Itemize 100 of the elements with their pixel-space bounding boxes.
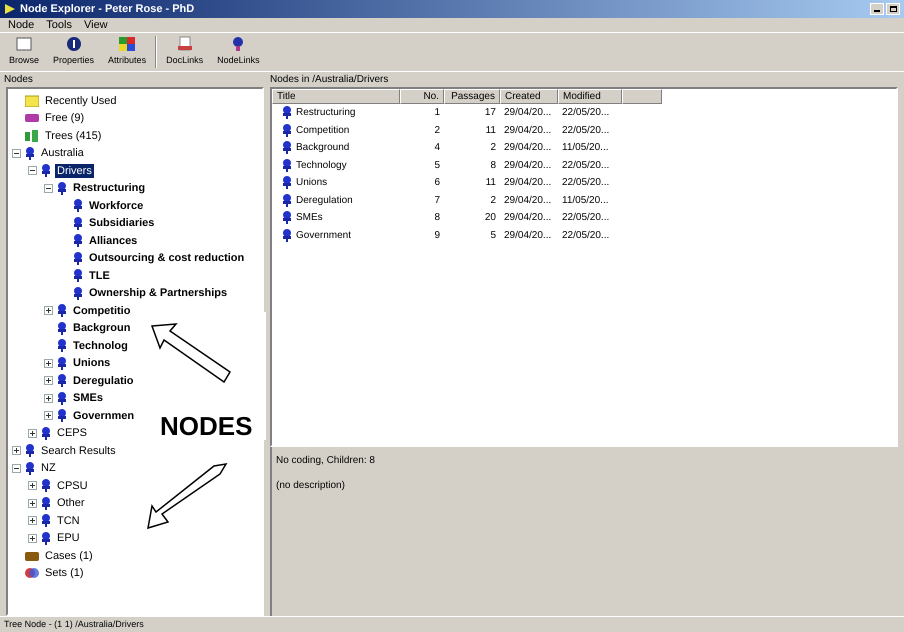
- tree-item[interactable]: Drivers: [55, 164, 94, 178]
- menu-item[interactable]: Tools: [46, 19, 72, 31]
- column-header[interactable]: Title: [272, 89, 400, 104]
- menu-item[interactable]: View: [84, 19, 108, 31]
- toolbar-button[interactable]: DocLinks: [161, 36, 208, 68]
- expand-button[interactable]: [28, 498, 37, 508]
- tree-item[interactable]: Ownership & Partnerships: [87, 286, 230, 300]
- toolbar-button[interactable]: NodeLinks: [212, 36, 265, 68]
- tree-item[interactable]: Free (9): [43, 111, 86, 126]
- pin-icon: [41, 426, 51, 440]
- expand-button[interactable]: [44, 358, 53, 368]
- expand-button[interactable]: [28, 516, 37, 526]
- column-header[interactable]: Passages: [444, 89, 500, 104]
- pin-icon: [282, 176, 292, 190]
- tree-item[interactable]: Recently Used: [43, 94, 119, 108]
- pin-icon: [57, 356, 67, 370]
- pin-icon: [41, 532, 51, 545]
- table-cell-text: 22/05/20...: [562, 228, 610, 243]
- pin-icon: [282, 124, 292, 137]
- expand-button[interactable]: [28, 166, 37, 176]
- toolbar-button[interactable]: Properties: [48, 36, 100, 68]
- toolbar-button[interactable]: Browse: [4, 36, 44, 68]
- app-icon: [4, 3, 16, 15]
- pin-icon: [282, 141, 292, 154]
- menu-item[interactable]: Node: [8, 19, 34, 31]
- tree-icon: [25, 130, 39, 142]
- table-cell-text: SMEs: [296, 211, 323, 226]
- expand-button[interactable]: [28, 534, 37, 543]
- table-cell-text: 2: [490, 141, 496, 156]
- status-text: Tree Node - (1 1) /Australia/Drivers: [4, 618, 144, 631]
- expand-button[interactable]: [12, 446, 21, 456]
- node-group-icon: [25, 113, 39, 124]
- tree-item[interactable]: NZ: [39, 461, 58, 476]
- tree-item[interactable]: EPU: [55, 531, 82, 546]
- plus-icon: [29, 482, 36, 490]
- expand-button[interactable]: [44, 306, 53, 316]
- pin-icon: [41, 164, 51, 178]
- expand-button[interactable]: [44, 411, 53, 420]
- case-icon: [25, 550, 39, 562]
- column-header[interactable]: No.: [400, 89, 444, 104]
- table-cell-text: 4: [434, 141, 440, 156]
- table-cell-text: 8: [434, 211, 440, 226]
- minimize-button[interactable]: [870, 3, 884, 15]
- expand-button[interactable]: [44, 184, 53, 193]
- tree-item[interactable]: Governmen: [71, 408, 136, 423]
- table-cell-text: 22/05/20...: [562, 158, 610, 173]
- tree-item[interactable]: Alliances: [87, 234, 140, 248]
- tree-item[interactable]: Restructuring: [71, 181, 148, 196]
- tree-item[interactable]: Cases (1): [43, 548, 95, 563]
- tree-item[interactable]: Trees (415): [43, 128, 104, 143]
- tree-item[interactable]: Sets (1): [43, 566, 86, 580]
- pin-icon: [73, 234, 83, 248]
- expand-button[interactable]: [12, 464, 21, 473]
- table-cell-text: 22/05/20...: [562, 106, 610, 120]
- table-cell-text: 29/04/20...: [504, 176, 552, 190]
- annotation-label: NODES: [160, 411, 252, 441]
- table-cell-text: 11/05/20...: [562, 141, 609, 156]
- pin-icon: [57, 374, 67, 388]
- maximize-button[interactable]: [886, 3, 900, 15]
- column-header[interactable]: Modified: [558, 89, 622, 104]
- tree-item[interactable]: TLE: [87, 268, 112, 283]
- expand-button[interactable]: [28, 481, 37, 490]
- table-cell-text: Technology: [296, 158, 347, 173]
- tree-item[interactable]: Search Results: [39, 444, 118, 458]
- table-cell-text: Competition: [296, 124, 350, 138]
- tree-item[interactable]: Subsidiaries: [87, 216, 156, 230]
- table-cell-text: 29/04/20...: [504, 124, 552, 138]
- table-cell-text: 11/05/20...: [562, 194, 609, 208]
- tree-item[interactable]: CEPS: [55, 426, 89, 440]
- tree-item[interactable]: Technolog: [71, 338, 130, 353]
- tree-item[interactable]: Unions: [71, 356, 112, 370]
- pin-icon: [41, 496, 51, 510]
- expand-button[interactable]: [44, 394, 53, 403]
- table-cell-text: 11: [486, 124, 496, 138]
- pin-icon: [282, 158, 292, 172]
- detail-text: (no description): [276, 479, 346, 493]
- plus-icon: [29, 430, 36, 437]
- table-cell-text: 1: [434, 106, 440, 120]
- pin-icon: [57, 304, 67, 318]
- expand-button[interactable]: [12, 148, 21, 158]
- tree-item[interactable]: Outsourcing & cost reduction: [87, 251, 246, 266]
- tree-item[interactable]: SMEs: [71, 391, 105, 406]
- tree-item[interactable]: Other: [55, 496, 87, 510]
- pin-icon: [57, 392, 67, 405]
- pin-icon: [73, 199, 83, 212]
- expand-button[interactable]: [28, 428, 37, 438]
- table-cell-text: 6: [434, 176, 440, 190]
- tree-item[interactable]: Competitio: [71, 304, 132, 318]
- tree-item[interactable]: Deregulatio: [71, 374, 136, 388]
- tree-item[interactable]: Australia: [39, 146, 86, 160]
- tree-item[interactable]: Backgroun: [71, 321, 132, 336]
- column-header[interactable]: Created: [500, 89, 558, 104]
- expand-button[interactable]: [44, 376, 53, 386]
- plus-icon: [45, 412, 52, 420]
- toolbar-button[interactable]: Attributes: [103, 36, 152, 68]
- tree-item[interactable]: CPSU: [55, 478, 90, 493]
- table-cell-text: 5: [490, 228, 496, 243]
- tree-item[interactable]: Workforce: [87, 198, 146, 213]
- pin-icon: [41, 479, 51, 492]
- tree-item[interactable]: TCN: [55, 514, 82, 528]
